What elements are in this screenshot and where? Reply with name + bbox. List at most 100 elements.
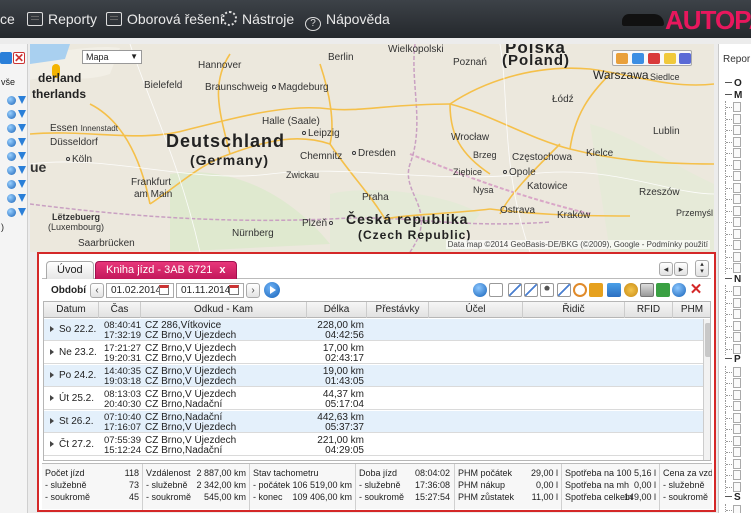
table-row[interactable]: Ne 23.2. 17:21:27 19:20:31 CZ Brno,V Újezde… [44,342,704,364]
nav-help[interactable]: ? Nápověda [305,11,390,31]
lock-icon[interactable] [589,283,603,297]
tree-item[interactable] [725,331,751,343]
tree-item[interactable] [725,216,751,228]
calendar-icon[interactable] [607,283,621,297]
tree-item[interactable] [725,250,751,263]
tree-item[interactable] [725,365,751,378]
close-icon[interactable]: ✕ [689,282,703,297]
tree-item[interactable] [725,296,751,309]
page-icon[interactable] [489,283,503,297]
download-icon[interactable] [18,194,26,202]
tree-item[interactable] [725,204,751,217]
globe-icon[interactable] [7,152,16,161]
globe-icon[interactable] [7,194,16,203]
tree-item[interactable] [725,319,751,332]
col-header-fuel[interactable]: PHM [673,302,710,318]
tree-item[interactable] [725,434,751,447]
tree-item[interactable] [725,503,751,513]
tree-item[interactable] [725,262,751,274]
map-layer-icon[interactable] [616,53,628,64]
col-header-route[interactable]: Odkud - Kam [141,302,307,318]
calendar-icon[interactable] [229,285,239,295]
tree-item[interactable] [725,124,751,136]
edit-icon[interactable] [508,283,522,297]
tree-group[interactable]: N [725,274,751,286]
table-row[interactable]: Po 24.2. 14:40:35 19:03:18 CZ Brno,V Újezde… [44,365,704,387]
tree-item[interactable] [725,158,751,171]
collapse-icon[interactable] [725,358,732,359]
download-icon[interactable] [18,110,26,118]
expand-row-icon[interactable] [50,349,54,355]
tree-item[interactable] [725,377,751,389]
edit-icon[interactable] [557,283,571,297]
close-icon[interactable]: ✕ [13,52,25,64]
tree-group[interactable]: P [725,354,751,366]
tree-item[interactable] [725,308,751,320]
tree-item[interactable] [725,112,751,125]
refresh-play-button[interactable] [264,282,280,298]
tree-item[interactable] [725,239,751,251]
map-type-select[interactable]: Mapa ▼ [82,50,142,64]
globe-icon[interactable] [7,180,16,189]
download-icon[interactable] [18,138,26,146]
warning-icon[interactable] [648,53,660,64]
excel-icon[interactable] [656,283,670,297]
col-header-rfid[interactable]: RFID [625,302,673,318]
expand-row-icon[interactable] [50,326,54,332]
tree-item[interactable] [725,170,751,182]
tree-item[interactable] [725,135,751,148]
tree-item[interactable] [725,411,751,424]
globe-icon[interactable] [7,110,16,119]
collapse-icon[interactable] [725,82,732,83]
col-header-driver[interactable]: Řidič [523,302,625,318]
expand-row-icon[interactable] [50,441,54,447]
print-icon[interactable] [640,283,654,297]
tree-item[interactable] [725,181,751,194]
download-icon[interactable] [18,124,26,132]
tree-item[interactable] [725,227,751,240]
tree-item[interactable] [725,446,751,458]
tree-item[interactable] [725,457,751,470]
expand-row-icon[interactable] [50,395,54,401]
expand-row-icon[interactable] [50,372,54,378]
download-icon[interactable] [18,166,26,174]
calendar-icon[interactable] [159,285,169,295]
tab-prev-button[interactable]: ◂ [659,262,673,276]
tab-list-button[interactable]: ▴ ▾ [695,260,709,277]
tree-item[interactable] [725,423,751,435]
period-next-button[interactable]: › [246,283,260,298]
driver-icon[interactable] [540,283,554,297]
col-header-length[interactable]: Délka [307,302,367,318]
table-row[interactable]: St 26.2. 07:10:40 17:16:07 CZ Brno,Nadační C… [44,411,704,433]
tree-item[interactable] [725,480,751,493]
tree-group[interactable]: M [725,90,751,102]
tree-item[interactable] [725,193,751,205]
download-icon[interactable] [0,52,12,64]
nav-reports[interactable]: Reporty [27,11,97,27]
tree-item[interactable] [725,469,751,481]
globe-icon[interactable] [7,208,16,217]
map-marker-icon[interactable] [664,53,676,64]
period-prev-button[interactable]: ‹ [90,283,104,298]
vertical-scrollbar[interactable] [703,319,710,460]
download-icon[interactable] [18,96,26,104]
map-traffic-icon[interactable] [632,53,644,64]
scrollbar-thumb[interactable] [705,323,710,357]
globe-icon[interactable] [7,138,16,147]
collapse-icon[interactable] [725,277,732,279]
col-header-purpose[interactable]: Účel [429,302,523,318]
tab-intro[interactable]: Úvod [46,261,94,279]
globe-icon[interactable] [7,96,16,105]
map-copyright[interactable]: Data map ©2014 GeoBasis-DE/BKG (©2009), … [445,240,710,249]
close-icon[interactable]: x [219,264,225,276]
tree-item[interactable] [725,285,751,297]
reload-icon[interactable] [672,283,686,297]
globe-icon[interactable] [473,283,487,297]
tree-item[interactable] [725,388,751,401]
download-icon[interactable] [18,152,26,160]
download-icon[interactable] [18,208,26,216]
edit-icon[interactable] [524,283,538,297]
tab-logbook[interactable]: Kniha jízd - 3AB 6721 x [95,261,237,279]
nav-item-partial[interactable]: ce [0,11,15,27]
table-row[interactable]: Út 25.2. 08:13:03 20:40:30 CZ Brno,V Újezde… [44,388,704,410]
